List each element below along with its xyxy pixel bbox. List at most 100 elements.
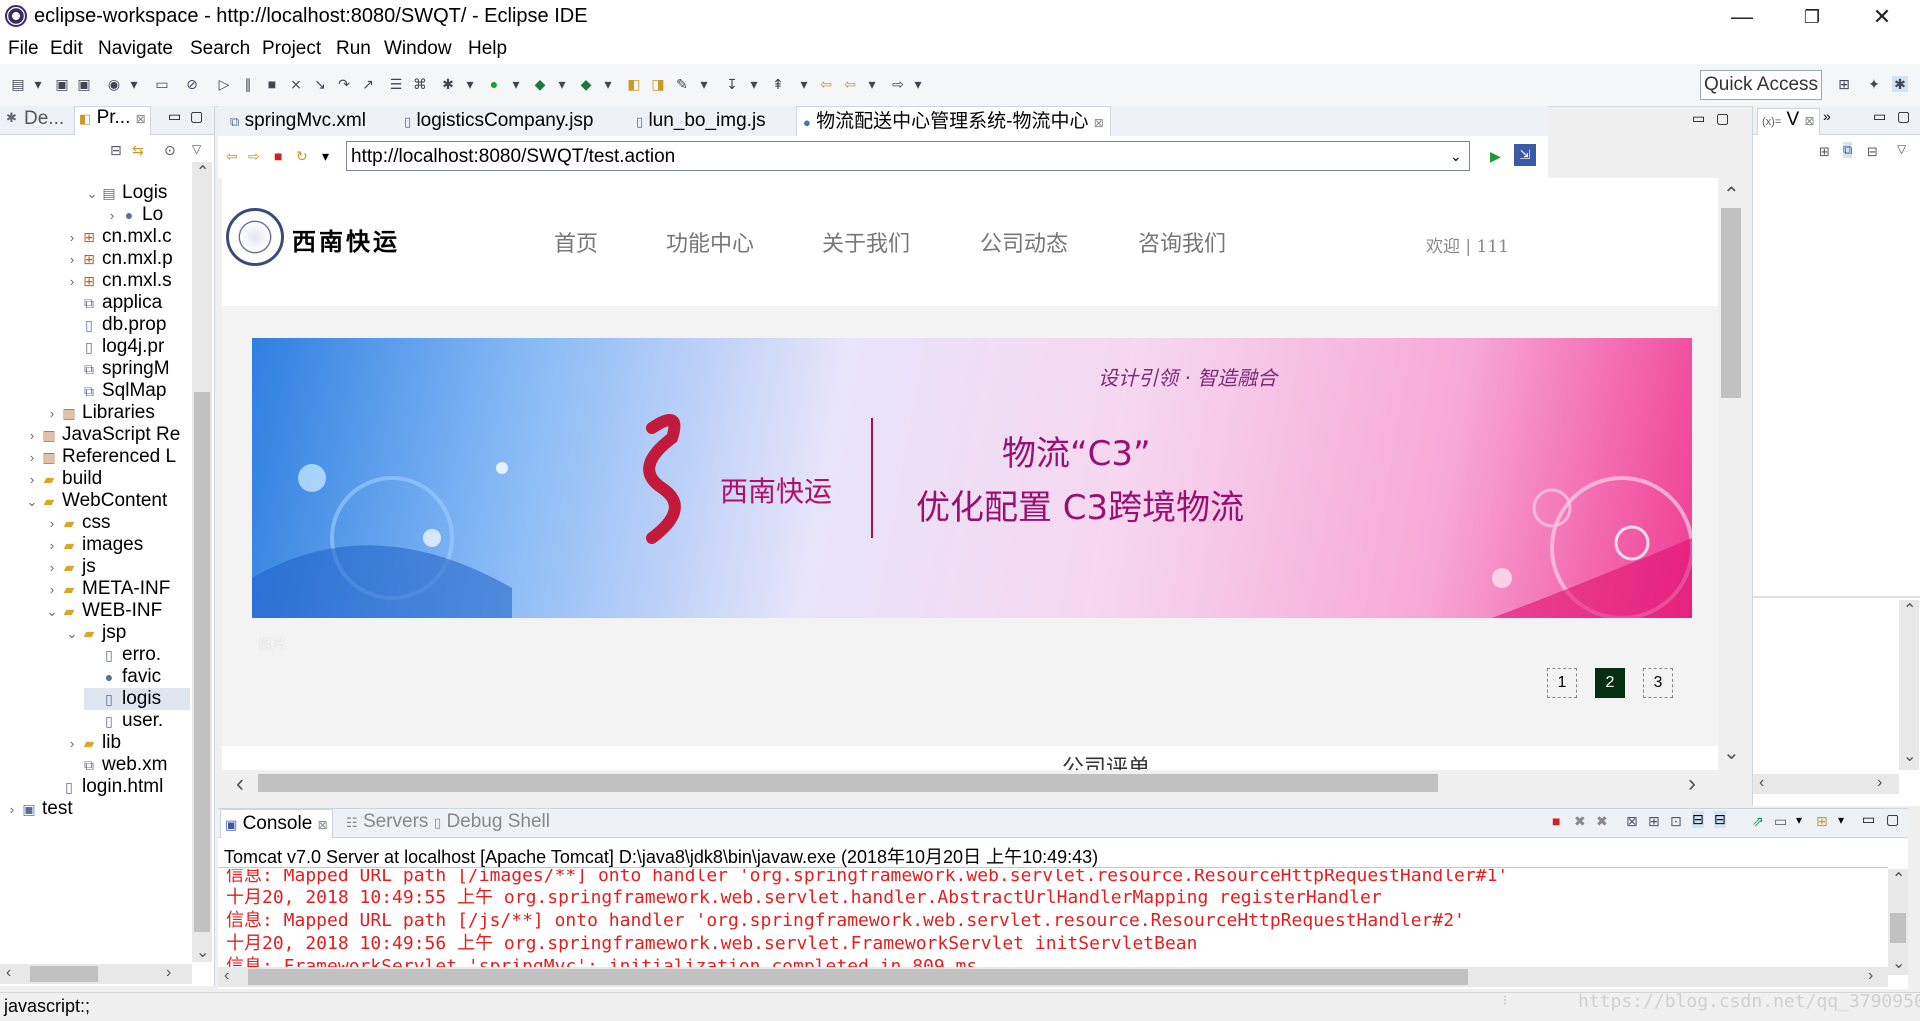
tree-item[interactable]: › ⊞ cn.mxl.p	[64, 248, 190, 270]
type-names-icon[interactable]: ⊞	[1819, 144, 1830, 160]
dropdown-icon[interactable]: ▾	[600, 76, 616, 92]
quick-access-field[interactable]: Quick Access	[1700, 70, 1822, 100]
dropdown-icon[interactable]: ▾	[1838, 813, 1844, 827]
close-tab-icon[interactable]: ⊠	[318, 818, 328, 832]
expand-arrow-icon[interactable]: ⌄	[24, 491, 40, 512]
tree-item[interactable]: ⧉ SqlMap	[64, 380, 190, 402]
tree-item[interactable]: › ● Lo	[104, 204, 190, 226]
new-icon[interactable]: ▤	[10, 76, 26, 92]
url-dropdown-icon[interactable]: ⌄	[1450, 148, 1462, 165]
tree-hscrollbar[interactable]: ‹ ›	[0, 964, 192, 984]
expand-arrow-icon[interactable]: ⌄	[44, 601, 60, 622]
console-hscroll-thumb[interactable]	[248, 969, 1468, 985]
tree-item[interactable]: › ▰ css	[44, 512, 190, 534]
pager-2[interactable]: 2	[1595, 668, 1625, 698]
browser-back-icon[interactable]: ⇦	[226, 148, 238, 165]
dropdown-icon[interactable]: ▾	[508, 76, 524, 92]
dropdown-icon[interactable]: ▾	[462, 76, 478, 92]
minimize-editor-icon[interactable]: ▭	[1692, 110, 1705, 127]
variables-scrollbar[interactable]: ⌃ ⌄	[1899, 600, 1919, 770]
collapse-arrow-icon[interactable]: ›	[44, 513, 60, 534]
tree-scrollbar[interactable]: ⌃ ⌄	[192, 162, 212, 962]
terminal-icon[interactable]: ▭	[154, 76, 170, 92]
menu-search[interactable]: Search	[190, 38, 250, 60]
menu-project[interactable]: Project	[262, 38, 321, 60]
close-tab-icon[interactable]: ⊠	[136, 112, 146, 126]
tree-item[interactable]: › ▥ Referenced L	[24, 446, 190, 468]
more-views-icon[interactable]: »	[1823, 108, 1831, 124]
logical-structure-icon[interactable]: ⧉	[1843, 142, 1853, 158]
view-menu-icon[interactable]: ▽	[192, 142, 201, 156]
tab-browser-logistics-center[interactable]: ● 物流配送中心管理系统-物流中心 ⊠	[796, 106, 1111, 137]
tab-console[interactable]: ▣ Console ⊠	[220, 809, 333, 838]
scroll-up-icon[interactable]: ⌃	[1903, 600, 1916, 620]
debug-perspective-icon[interactable]: ✱	[1892, 76, 1908, 92]
tree-item[interactable]: ▯ db.prop	[64, 314, 190, 336]
minimize-view-icon[interactable]: ▭	[1873, 108, 1886, 125]
scroll-left-icon[interactable]: ‹	[1759, 774, 1764, 792]
debug-icon[interactable]: ◉	[106, 76, 122, 92]
minimize-view-icon[interactable]: ▭	[168, 108, 181, 125]
skip-breakpoints-icon[interactable]: ⊘	[184, 76, 200, 92]
step-into-icon[interactable]: ↘	[312, 76, 328, 92]
dropdown-icon[interactable]: ▾	[30, 76, 46, 92]
link-editor-icon[interactable]: ⇆	[132, 142, 144, 159]
pager-1[interactable]: 1	[1547, 668, 1577, 698]
nav-function-center[interactable]: 功能中心	[666, 226, 754, 258]
minimize-button[interactable]: —	[1712, 0, 1772, 36]
focus-icon[interactable]: ⊙	[164, 142, 176, 159]
open-perspective-icon[interactable]: ⊞	[1836, 76, 1852, 92]
open-type-icon[interactable]: ◧	[626, 76, 642, 92]
dropdown-icon[interactable]: ▾	[864, 76, 880, 92]
scroll-down-icon[interactable]: ⌄	[1903, 746, 1916, 766]
tree-hscroll-thumb[interactable]	[30, 966, 98, 982]
collapse-arrow-icon[interactable]: ›	[24, 425, 40, 446]
maximize-editor-icon[interactable]: ▢	[1716, 110, 1729, 127]
tree-item[interactable]: › ▥ Libraries	[44, 402, 190, 424]
tree-item[interactable]: ▯ log4j.pr	[64, 336, 190, 358]
coverage-icon[interactable]: ◆	[532, 76, 548, 92]
menu-file[interactable]: File	[8, 38, 39, 60]
tab-variables[interactable]: (x)= V ⊠	[1757, 108, 1820, 135]
collapse-arrow-icon[interactable]: ›	[44, 557, 60, 578]
tree-item[interactable]: ▯ login.html	[44, 776, 190, 798]
tab-project-explorer[interactable]: ◧ Pr... ⊠	[74, 106, 151, 135]
collapse-arrow-icon[interactable]: ›	[4, 799, 20, 820]
dropdown-icon[interactable]: ▾	[1796, 813, 1802, 827]
menu-run[interactable]: Run	[336, 38, 371, 60]
dropdown-icon[interactable]: ▾	[910, 76, 926, 92]
maximize-view-icon[interactable]: ▢	[1886, 811, 1899, 828]
tree-item[interactable]: ▯ logis	[84, 688, 190, 710]
save-icon[interactable]: ▣	[54, 76, 70, 92]
run-icon[interactable]: ●	[486, 76, 502, 92]
tree-item[interactable]: › ⊞ cn.mxl.s	[64, 270, 190, 292]
browser-vscroll-thumb[interactable]	[1721, 208, 1741, 398]
tree-item[interactable]: ⧉ web.xm	[64, 754, 190, 776]
pager-3[interactable]: 3	[1643, 668, 1673, 698]
scroll-down-icon[interactable]: ⌄	[196, 942, 209, 962]
resume-icon[interactable]: ▷	[216, 76, 232, 92]
tree-item[interactable]: ▯ user.	[84, 710, 190, 732]
scroll-left-icon[interactable]: ‹	[236, 770, 244, 798]
collapse-arrow-icon[interactable]: ›	[44, 403, 60, 424]
collapse-arrow-icon[interactable]: ›	[64, 733, 80, 754]
tree-item[interactable]: › ▰ META-INF	[44, 578, 190, 600]
collapse-arrow-icon[interactable]: ›	[44, 535, 60, 556]
scroll-up-icon[interactable]: ⌃	[196, 162, 209, 182]
console-vscroll-thumb[interactable]	[1890, 913, 1906, 943]
open-folder-icon[interactable]: ◨	[650, 76, 666, 92]
console-output[interactable]: 信息: Mapped URL path [/images/**] onto ha…	[218, 869, 1888, 975]
browser-hscrollbar[interactable]: ‹ ›	[222, 770, 1718, 798]
pin-icon[interactable]: ⇞	[770, 76, 786, 92]
java-ee-perspective-icon[interactable]: ✦	[1866, 76, 1882, 92]
external-tools-icon[interactable]: ◆	[578, 76, 594, 92]
show-stderr-icon[interactable]: ⊟	[1714, 811, 1726, 828]
collapse-all-icon[interactable]: ⊟	[110, 142, 122, 159]
expand-arrow-icon[interactable]: ⌄	[64, 623, 80, 644]
collapse-arrow-icon[interactable]: ›	[24, 447, 40, 468]
terminate-icon[interactable]: ■	[264, 76, 280, 92]
collapse-arrow-icon[interactable]: ›	[64, 227, 80, 248]
collapse-arrow-icon[interactable]: ›	[104, 205, 120, 226]
show-stdout-icon[interactable]: ⊟	[1692, 811, 1704, 828]
tab-logisticscompany-jsp[interactable]: ▯ logisticsCompany.jsp	[398, 108, 600, 134]
